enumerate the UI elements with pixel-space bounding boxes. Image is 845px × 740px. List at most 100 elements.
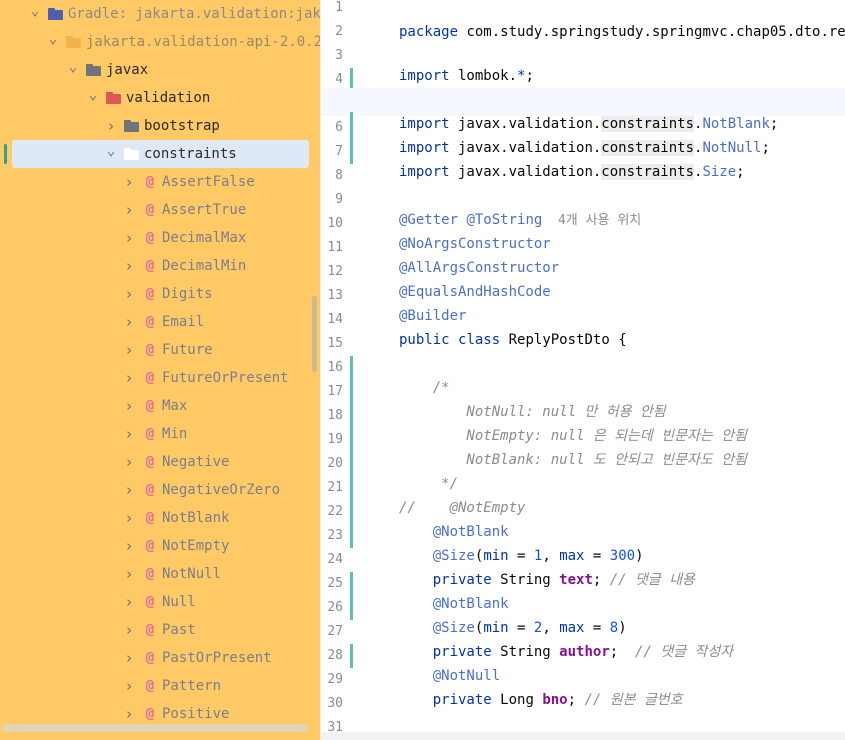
tree-item[interactable]: ⌄ jakarta.validation-api-2.0.2.jar xyxy=(0,28,320,56)
code-line-13[interactable]: @Builder xyxy=(321,280,845,324)
code-line-26[interactable]: @Size(min = 2, max = 8) xyxy=(321,592,845,636)
tree-item[interactable]: › @ Max xyxy=(0,392,320,420)
tree-item[interactable]: › @ NotEmpty xyxy=(0,532,320,560)
code-line-10[interactable]: @NoArgsConstructor xyxy=(321,208,845,252)
tree-item[interactable]: › @ Min xyxy=(0,420,320,448)
tree-item[interactable]: › @ AssertFalse xyxy=(0,168,320,196)
tree-item[interactable]: › @ Negative xyxy=(0,448,320,476)
chevron-right-icon[interactable]: › xyxy=(122,649,136,667)
tree-item-label: NotEmpty xyxy=(162,538,230,554)
code-line-29[interactable]: private Long bno; // 원본 글번호 xyxy=(321,664,845,708)
annotation-icon: @ xyxy=(145,370,155,386)
code-line-3[interactable]: import lombok.*; xyxy=(321,40,845,84)
tree-item[interactable]: › @ DecimalMax xyxy=(0,224,320,252)
tree-item-label: DecimalMax xyxy=(162,230,247,246)
semicolon: ; xyxy=(736,164,745,180)
chevron-right-icon[interactable]: › xyxy=(122,537,136,555)
chevron-right-icon[interactable]: › xyxy=(122,593,136,611)
tree-item[interactable]: › @ Past xyxy=(0,616,320,644)
chevron-right-icon[interactable]: › xyxy=(122,677,136,695)
chevron-right-icon[interactable]: › xyxy=(122,201,136,219)
code-line-19[interactable]: NotBlank: null 도 안되고 빈문자도 안됨 xyxy=(321,424,845,468)
code-line-5[interactable]: import javax.validation.constraints.NotB… xyxy=(321,88,845,132)
tree-item[interactable]: ⌄ constraints xyxy=(0,140,320,168)
tree-item[interactable]: › @ Future xyxy=(0,336,320,364)
tree-item-label: DecimalMin xyxy=(162,258,247,274)
code-line-23[interactable]: @Size(min = 1, max = 300) xyxy=(321,520,845,564)
code-line-28[interactable]: @NotNull xyxy=(321,640,845,684)
chevron-right-icon[interactable]: › xyxy=(122,425,136,443)
tree-horizontal-scrollbar[interactable] xyxy=(2,724,308,732)
chevron-down-icon[interactable]: ⌄ xyxy=(46,31,60,47)
editor-horizontal-scrollbar[interactable] xyxy=(321,732,845,740)
keyword: public xyxy=(399,332,450,348)
code-line-14[interactable]: public class ReplyPostDto { xyxy=(321,304,845,348)
chevron-right-icon[interactable]: › xyxy=(122,173,136,191)
tree-item[interactable]: › @ Pattern xyxy=(0,672,320,700)
tree-item[interactable]: › @ NegativeOrZero xyxy=(0,476,320,504)
chevron-right-icon[interactable]: › xyxy=(122,397,136,415)
code-line-25[interactable]: @NotBlank xyxy=(321,568,845,612)
tree-item[interactable]: › @ DecimalMin xyxy=(0,252,320,280)
tree-item-label: NotNull xyxy=(162,566,222,582)
chevron-right-icon[interactable]: › xyxy=(122,369,136,387)
chevron-right-icon[interactable]: › xyxy=(122,509,136,527)
tree-item-label: constraints xyxy=(144,146,237,162)
code-line-6[interactable]: import javax.validation.constraints.NotN… xyxy=(321,112,845,156)
tree-item[interactable]: › @ Email xyxy=(0,308,320,336)
code-line-12[interactable]: @EqualsAndHashCode xyxy=(321,256,845,300)
chevron-right-icon[interactable]: › xyxy=(122,313,136,331)
chevron-right-icon[interactable]: › xyxy=(122,257,136,275)
tree-item[interactable]: › @ Null xyxy=(0,588,320,616)
chevron-right-icon[interactable]: › xyxy=(122,341,136,359)
chevron-down-icon[interactable]: ⌄ xyxy=(86,87,100,103)
code-line-27[interactable]: private String author; // 댓글 작성자 xyxy=(321,616,845,660)
library-icon xyxy=(48,8,63,20)
tree-vertical-scrollbar[interactable] xyxy=(312,296,317,372)
code-line-18[interactable]: NotEmpty: null 은 되는데 빈문자는 안됨 xyxy=(321,400,845,444)
annotation-icon: @ xyxy=(145,650,155,666)
class-name: ReplyPostDto xyxy=(508,332,610,348)
tree-item[interactable]: › @ Digits xyxy=(0,280,320,308)
code-line-9[interactable]: @Getter @ToString 4개 사용 위치 xyxy=(321,184,845,228)
chevron-right-icon[interactable]: › xyxy=(122,285,136,303)
code-line-21[interactable]: // @NotEmpty xyxy=(321,472,845,516)
code-line-11[interactable]: @AllArgsConstructor xyxy=(321,232,845,276)
keyword: import xyxy=(399,68,450,84)
chevron-right-icon[interactable]: › xyxy=(122,565,136,583)
chevron-right-icon[interactable]: › xyxy=(104,117,118,135)
annotation-icon: @ xyxy=(145,342,155,358)
tree-item[interactable]: › @ NotBlank xyxy=(0,504,320,532)
code-line-24[interactable]: private String text; // 댓글 내용 xyxy=(321,544,845,588)
tree-item[interactable]: ⌄ validation xyxy=(0,84,320,112)
tree-item[interactable]: › bootstrap xyxy=(0,112,320,140)
code-line-17[interactable]: NotNull: null 만 허용 안됨 xyxy=(321,376,845,420)
tree-item-label: Null xyxy=(162,594,196,610)
tree-item[interactable]: ⌄ javax xyxy=(0,56,320,84)
chevron-right-icon[interactable]: › xyxy=(122,453,136,471)
code-line-7[interactable]: import javax.validation.constraints.Size… xyxy=(321,136,845,180)
code-line-1[interactable]: package com.study.springstudy.springmvc.… xyxy=(321,0,845,40)
keyword: private xyxy=(432,692,492,708)
chevron-right-icon[interactable]: › xyxy=(122,481,136,499)
tree-item[interactable]: › @ AssertTrue xyxy=(0,196,320,224)
tree-item[interactable]: › @ PastOrPresent xyxy=(0,644,320,672)
chevron-right-icon[interactable]: › xyxy=(122,705,136,723)
code-editor[interactable]: 1234567891011121314151617181920212223242… xyxy=(321,0,845,740)
tree-item[interactable]: › @ FutureOrPresent xyxy=(0,364,320,392)
tree-item[interactable]: ⌄ Gradle: jakarta.validation:jakarta.vali… xyxy=(0,0,320,28)
tree-item-label: FutureOrPresent xyxy=(162,370,289,386)
project-tree-panel: ⌄ Gradle: jakarta.validation:jakarta.vali… xyxy=(0,0,320,740)
tree-item[interactable]: › @ NotNull xyxy=(0,560,320,588)
chevron-down-icon[interactable]: ⌄ xyxy=(104,143,118,159)
code-line-16[interactable]: /* xyxy=(321,352,845,396)
jar-icon xyxy=(66,36,81,48)
code-line-20[interactable]: */ xyxy=(321,448,845,492)
tree-item-label: bootstrap xyxy=(144,118,220,134)
chevron-down-icon[interactable]: ⌄ xyxy=(66,59,80,75)
chevron-down-icon[interactable]: ⌄ xyxy=(28,3,42,19)
chevron-right-icon[interactable]: › xyxy=(122,621,136,639)
keyword: class xyxy=(458,332,501,348)
code-line-22[interactable]: @NotBlank xyxy=(321,496,845,540)
chevron-right-icon[interactable]: › xyxy=(122,229,136,247)
